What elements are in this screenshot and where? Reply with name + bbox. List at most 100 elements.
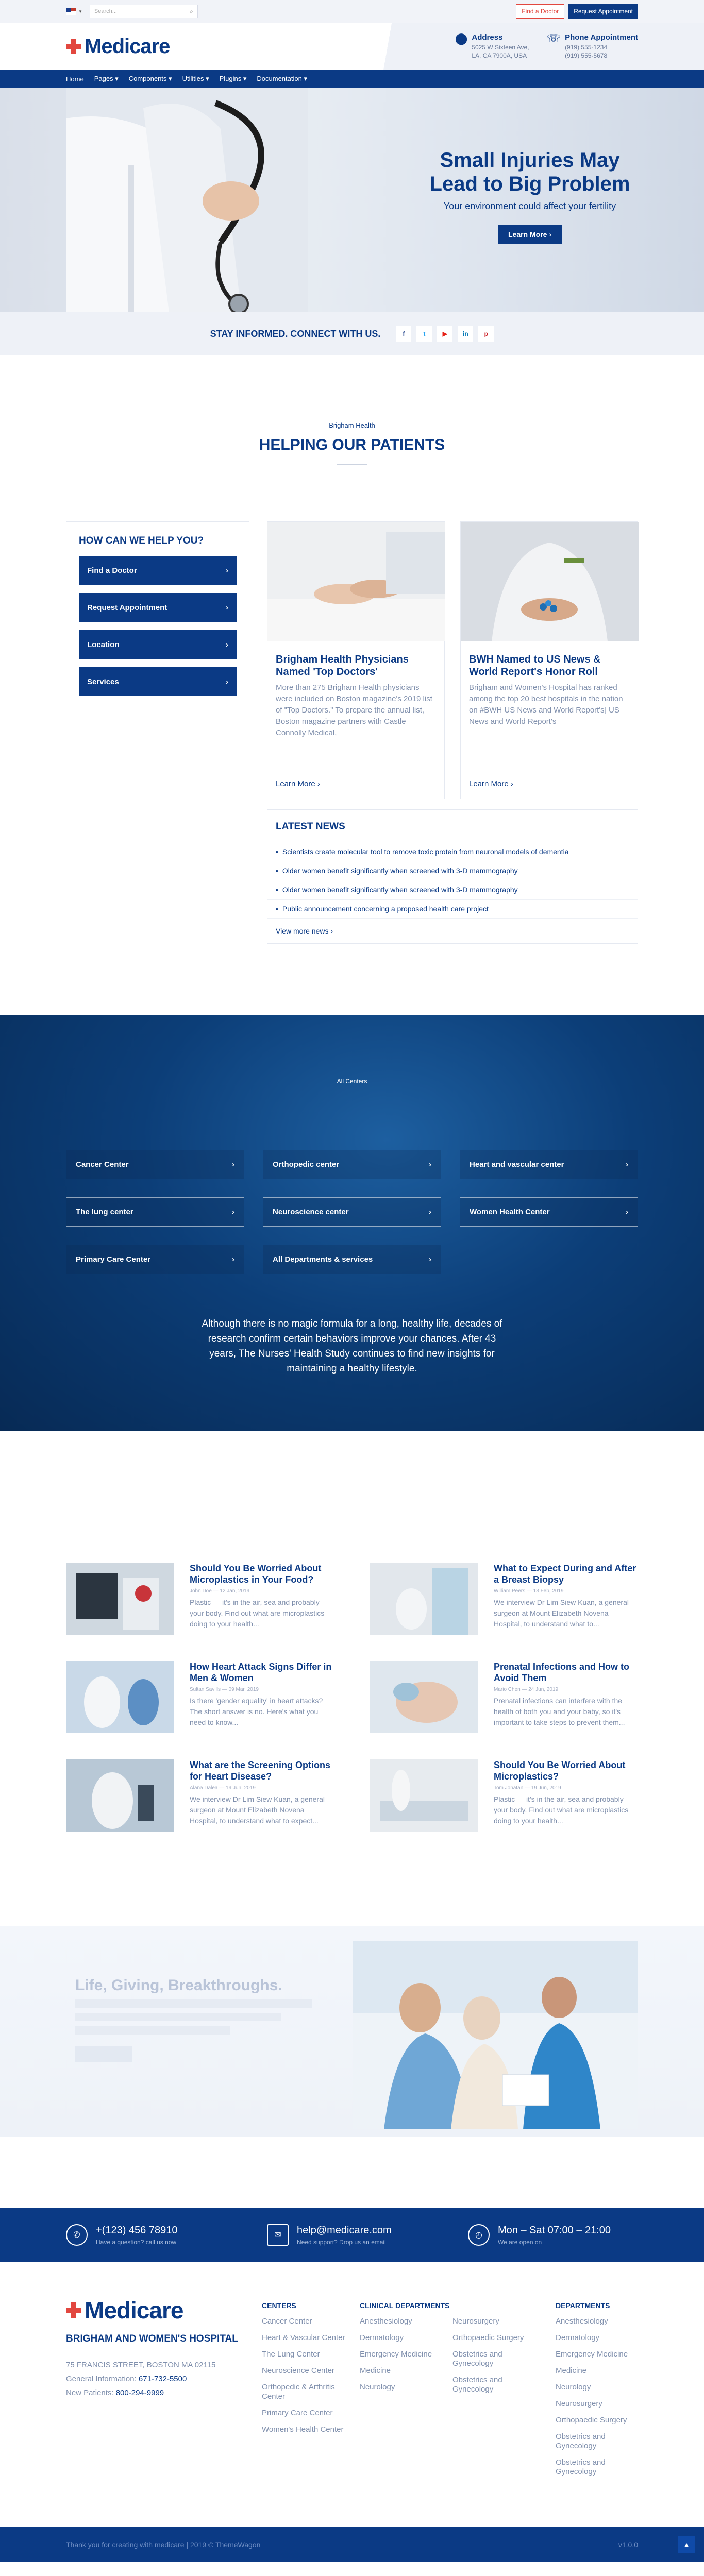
article-item[interactable]: Prenatal Infections and How to Avoid The… xyxy=(370,1661,638,1733)
article-item[interactable]: How Heart Attack Signs Differ in Men & W… xyxy=(66,1661,334,1733)
nav-components[interactable]: Components ▾ xyxy=(129,75,172,83)
find-doctor-button[interactable]: Find a Doctor xyxy=(516,4,565,19)
article-title[interactable]: What are the Screening Options for Heart… xyxy=(190,1759,334,1782)
footer-link[interactable]: Women's Health Center xyxy=(262,2425,360,2434)
top-bar: ▼ Search... ⌕ Find a Doctor Request Appo… xyxy=(0,0,704,23)
back-to-top-button[interactable]: ▲ xyxy=(678,2536,695,2553)
medical-cross-icon xyxy=(66,2302,81,2318)
footer-general-phone[interactable]: 671-732-5500 xyxy=(139,2375,187,2383)
article-item[interactable]: Should You Be Worried About Microplastic… xyxy=(66,1563,334,1635)
footer-link[interactable]: Orthopedic & Arthritis Center xyxy=(262,2383,360,2401)
footer-link[interactable]: Neurology xyxy=(556,2383,638,2392)
footer-link[interactable]: Neurosurgery xyxy=(556,2399,638,2409)
center-button-cancer[interactable]: Cancer Center › xyxy=(66,1150,244,1179)
news-item[interactable]: Older women benefit significantly when s… xyxy=(267,880,638,899)
envelope-icon: ✉ xyxy=(267,2224,289,2246)
footer-link[interactable]: Medicine xyxy=(360,2366,437,2376)
footer-link[interactable]: Neurosurgery xyxy=(452,2317,530,2326)
footer-link[interactable]: Obstetrics and Gynecology xyxy=(556,2432,638,2451)
chevron-down-icon[interactable]: ▼ xyxy=(78,9,82,14)
news-item[interactable]: Scientists create molecular tool to remo… xyxy=(267,842,638,861)
footer-link[interactable]: Cancer Center xyxy=(262,2317,360,2326)
card-learn-more-link[interactable]: Learn More › xyxy=(276,779,320,788)
article-title[interactable]: How Heart Attack Signs Differ in Men & W… xyxy=(190,1661,334,1684)
chevron-right-icon: › xyxy=(626,1208,628,1216)
footer-link[interactable]: Obstetrics and Gynecology xyxy=(452,2376,530,2394)
footer-link[interactable]: Orthopaedic Surgery xyxy=(452,2333,530,2343)
linkedin-icon[interactable]: in xyxy=(458,326,474,342)
article-title[interactable]: Should You Be Worried About Microplastic… xyxy=(494,1759,638,1782)
us-flag-icon[interactable] xyxy=(66,8,76,15)
contact-phone[interactable]: ✆ +(123) 456 78910 Have a question? call… xyxy=(66,2224,236,2246)
helping-eyebrow: Brigham Health xyxy=(329,421,375,429)
facebook-icon[interactable]: f xyxy=(396,326,412,342)
footer-link[interactable]: Primary Care Center xyxy=(262,2409,360,2418)
card-learn-more-link[interactable]: Learn More › xyxy=(469,779,513,788)
center-button-all-departments[interactable]: All Departments & services › xyxy=(263,1245,441,1274)
center-button-primary-care[interactable]: Primary Care Center › xyxy=(66,1245,244,1274)
chevron-right-icon: › xyxy=(232,1255,234,1264)
article-title[interactable]: Should You Be Worried About Microplastic… xyxy=(190,1563,334,1585)
copyright-text: Thank you for creating with medicare | 2… xyxy=(66,2540,261,2549)
center-button-orthopedic[interactable]: Orthopedic center › xyxy=(263,1150,441,1179)
footer-link[interactable]: Dermatology xyxy=(360,2333,437,2343)
footer-patients-phone[interactable]: 800-294-9999 xyxy=(116,2388,164,2397)
article-item[interactable]: What to Expect During and After a Breast… xyxy=(370,1563,638,1635)
news-item[interactable]: Older women benefit significantly when s… xyxy=(267,861,638,880)
address-line-2: LA, CA 7900A, USA xyxy=(472,52,527,59)
twitter-icon[interactable]: t xyxy=(416,326,432,342)
chevron-right-icon: › xyxy=(226,566,228,575)
footer-link[interactable]: Obstetrics and Gynecology xyxy=(452,2350,530,2368)
footer-link[interactable]: Anesthesiology xyxy=(556,2317,638,2326)
phone-icon: ✆ xyxy=(66,2224,88,2246)
card-title[interactable]: Brigham Health Physicians Named 'Top Doc… xyxy=(276,653,436,678)
footer-link[interactable]: Anesthesiology xyxy=(360,2317,437,2326)
article-title[interactable]: What to Expect During and After a Breast… xyxy=(494,1563,638,1585)
faded-button[interactable] xyxy=(75,2046,132,2062)
card-title[interactable]: BWH Named to US News & World Report's Ho… xyxy=(469,653,629,678)
pinterest-icon[interactable]: p xyxy=(478,326,494,342)
nav-home[interactable]: Home xyxy=(66,75,84,83)
centers-eyebrow: All Centers xyxy=(337,1078,367,1085)
nav-plugins[interactable]: Plugins ▾ xyxy=(220,75,247,83)
footer-link[interactable]: Neurology xyxy=(360,2383,437,2392)
footer-link[interactable]: Dermatology xyxy=(556,2333,638,2343)
help-request-appointment-button[interactable]: Request Appointment › xyxy=(79,593,237,622)
search-icon[interactable]: ⌕ xyxy=(190,8,193,15)
help-find-doctor-button[interactable]: Find a Doctor › xyxy=(79,556,237,585)
contact-email[interactable]: ✉ help@medicare.com Need support? Drop u… xyxy=(267,2224,437,2246)
nav-documentation[interactable]: Documentation ▾ xyxy=(257,75,307,83)
footer-link[interactable]: Emergency Medicine xyxy=(556,2350,638,2359)
contact-hours-sub: We are open on xyxy=(498,2238,542,2246)
footer-link[interactable]: The Lung Center xyxy=(262,2350,360,2359)
footer-link[interactable]: Neuroscience Center xyxy=(262,2366,360,2376)
request-appointment-button[interactable]: Request Appointment xyxy=(568,4,638,19)
center-button-women-health[interactable]: Women Health Center › xyxy=(460,1197,638,1227)
news-item[interactable]: Public announcement concerning a propose… xyxy=(267,899,638,918)
logo[interactable]: Medicare xyxy=(66,35,170,58)
hero-learn-more-button[interactable]: Learn More › xyxy=(497,225,562,244)
news-card: Brigham Health Physicians Named 'Top Doc… xyxy=(267,521,445,799)
help-services-button[interactable]: Services › xyxy=(79,667,237,696)
nav-pages[interactable]: Pages ▾ xyxy=(94,75,119,83)
view-more-news-link[interactable]: View more news › xyxy=(267,918,638,943)
article-item[interactable]: Should You Be Worried About Microplastic… xyxy=(370,1759,638,1832)
footer-link[interactable]: Heart & Vascular Center xyxy=(262,2333,360,2343)
footer-link[interactable]: Obstetrics and Gynecology xyxy=(556,2458,638,2477)
chevron-right-icon: › xyxy=(226,640,228,649)
youtube-icon[interactable]: ▶ xyxy=(437,326,453,342)
center-button-neuroscience[interactable]: Neuroscience center › xyxy=(263,1197,441,1227)
footer-link[interactable]: Emergency Medicine xyxy=(360,2350,437,2359)
nav-utilities[interactable]: Utilities ▾ xyxy=(182,75,209,83)
headset-icon: ☏ xyxy=(546,32,561,45)
footer-link[interactable]: Medicine xyxy=(556,2366,638,2376)
article-item[interactable]: What are the Screening Options for Heart… xyxy=(66,1759,334,1832)
center-button-lung[interactable]: The lung center › xyxy=(66,1197,244,1227)
divider xyxy=(337,464,367,465)
center-button-heart[interactable]: Heart and vascular center › xyxy=(460,1150,638,1179)
search-input[interactable]: Search... ⌕ xyxy=(89,5,198,18)
footer-logo[interactable]: Medicare xyxy=(66,2296,262,2324)
footer-link[interactable]: Orthopaedic Surgery xyxy=(556,2416,638,2425)
help-location-button[interactable]: Location › xyxy=(79,630,237,659)
article-title[interactable]: Prenatal Infections and How to Avoid The… xyxy=(494,1661,638,1684)
